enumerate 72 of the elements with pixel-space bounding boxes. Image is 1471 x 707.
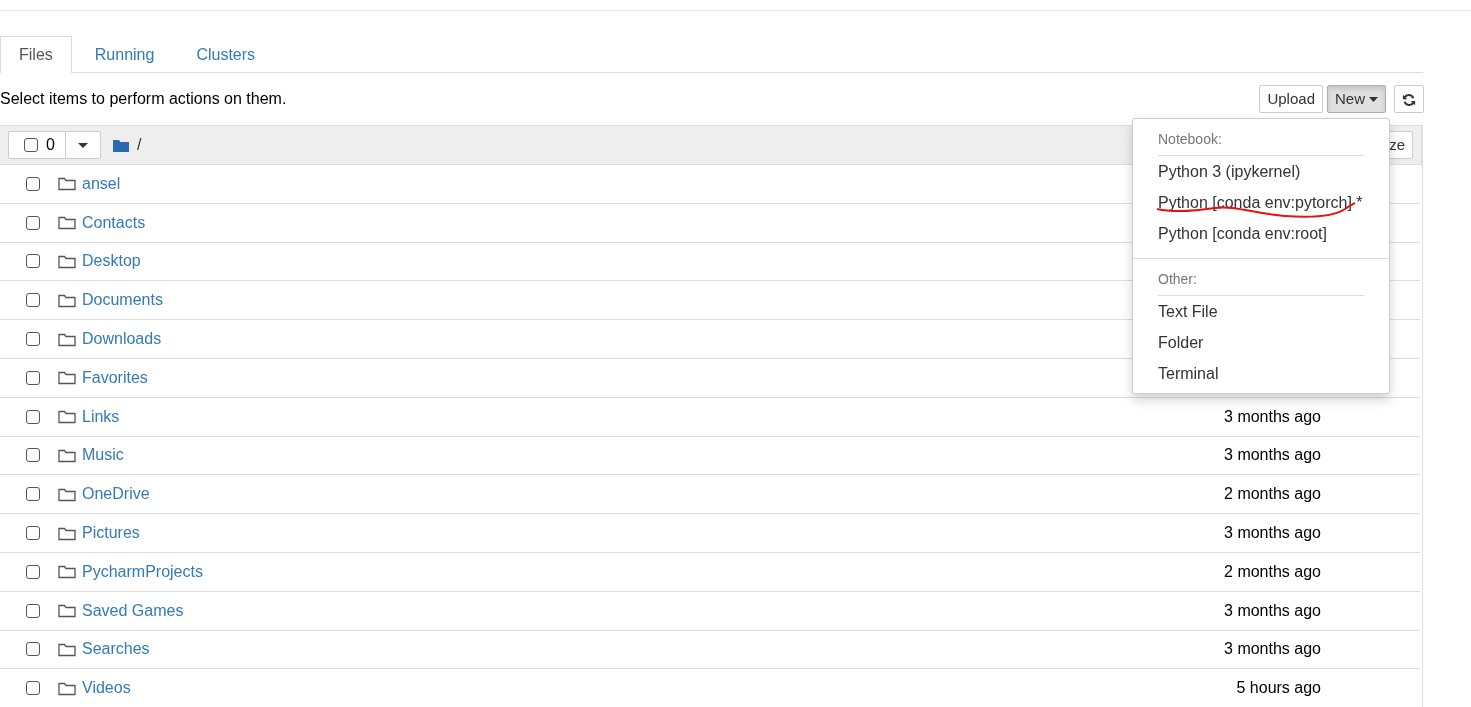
select-all-checkbox[interactable] <box>24 138 38 152</box>
modified-time: 3 months ago <box>1223 600 1322 621</box>
new-button[interactable]: New <box>1327 85 1386 113</box>
row-checkbox[interactable] <box>26 487 40 502</box>
folder-link[interactable]: Desktop <box>82 249 141 274</box>
row-checkbox[interactable] <box>26 332 40 347</box>
modified-time: 2 months ago <box>1223 561 1322 582</box>
folder-link[interactable]: Saved Games <box>82 598 184 623</box>
row-checkbox[interactable] <box>26 526 40 541</box>
modified-time: 3 months ago <box>1223 445 1322 466</box>
menu-item[interactable]: Terminal <box>1133 358 1389 389</box>
modified-time: 3 months ago <box>1223 406 1322 427</box>
folder-link[interactable]: Videos <box>82 676 131 701</box>
folder-link[interactable]: OneDrive <box>82 482 150 507</box>
folder-link[interactable]: Links <box>82 404 120 429</box>
caret-icon <box>1369 96 1378 102</box>
menu-item[interactable]: Python [conda env:pytorch] * <box>1133 187 1389 218</box>
folder-link[interactable]: Pictures <box>82 521 140 546</box>
tab[interactable]: Clusters <box>177 36 275 73</box>
folder-link[interactable]: Contacts <box>82 210 146 235</box>
row-checkbox[interactable] <box>26 176 40 191</box>
folder-icon <box>58 680 76 696</box>
folder-icon <box>58 603 76 619</box>
folder-icon <box>58 215 76 231</box>
row-checkbox[interactable] <box>26 254 40 269</box>
modified-time: 3 months ago <box>1223 639 1322 660</box>
folder-link[interactable]: Downloads <box>82 327 162 352</box>
folder-link[interactable]: Music <box>82 443 124 468</box>
folder-link[interactable]: Documents <box>82 288 163 313</box>
folder-icon <box>58 486 76 502</box>
folder-link[interactable]: Favorites <box>82 365 148 390</box>
menu-item[interactable]: Python [conda env:root] <box>1133 218 1389 249</box>
row-checkbox[interactable] <box>26 409 40 424</box>
refresh-icon <box>1402 93 1416 108</box>
menu-section-header: Notebook: <box>1158 123 1364 156</box>
caret-icon <box>77 143 88 149</box>
folder-icon <box>58 641 76 657</box>
modified-time: 5 hours ago <box>1235 678 1322 699</box>
menu-section-header: Other: <box>1158 263 1364 296</box>
folder-icon <box>58 331 76 347</box>
upload-button[interactable]: Upload <box>1259 85 1323 113</box>
folder-icon <box>58 292 76 308</box>
menu-item[interactable]: Text File <box>1133 296 1389 327</box>
folder-icon <box>58 525 76 541</box>
folder-icon <box>58 254 76 269</box>
modified-time: 3 months ago <box>1223 523 1322 544</box>
row-checkbox[interactable] <box>26 448 40 463</box>
folder-link[interactable]: Searches <box>82 637 150 662</box>
folder-icon[interactable] <box>112 138 129 152</box>
tab[interactable]: Files <box>0 36 72 73</box>
folder-icon <box>58 409 76 425</box>
row-checkbox[interactable] <box>26 564 40 579</box>
menu-item[interactable]: Python 3 (ipykernel) <box>1133 156 1389 187</box>
folder-icon <box>58 447 76 463</box>
row-checkbox[interactable] <box>26 370 40 385</box>
folder-icon <box>58 564 76 580</box>
row-checkbox[interactable] <box>26 293 40 308</box>
instruction-text: Select items to perform actions on them. <box>0 89 287 109</box>
row-checkbox[interactable] <box>26 215 40 230</box>
folder-icon <box>58 370 76 386</box>
folder-icon <box>58 176 76 192</box>
tab[interactable]: Running <box>75 36 174 73</box>
folder-link[interactable]: PycharmProjects <box>82 559 203 584</box>
menu-item[interactable]: Folder <box>1133 327 1389 358</box>
selected-count: 0 <box>46 135 55 155</box>
row-checkbox[interactable] <box>26 642 40 657</box>
refresh-button[interactable] <box>1394 85 1424 113</box>
row-checkbox[interactable] <box>26 603 40 618</box>
modified-time: 2 months ago <box>1223 484 1322 505</box>
folder-link[interactable]: ansel <box>82 171 121 196</box>
breadcrumb-link[interactable]: / <box>136 133 142 157</box>
row-checkbox[interactable] <box>26 681 40 696</box>
